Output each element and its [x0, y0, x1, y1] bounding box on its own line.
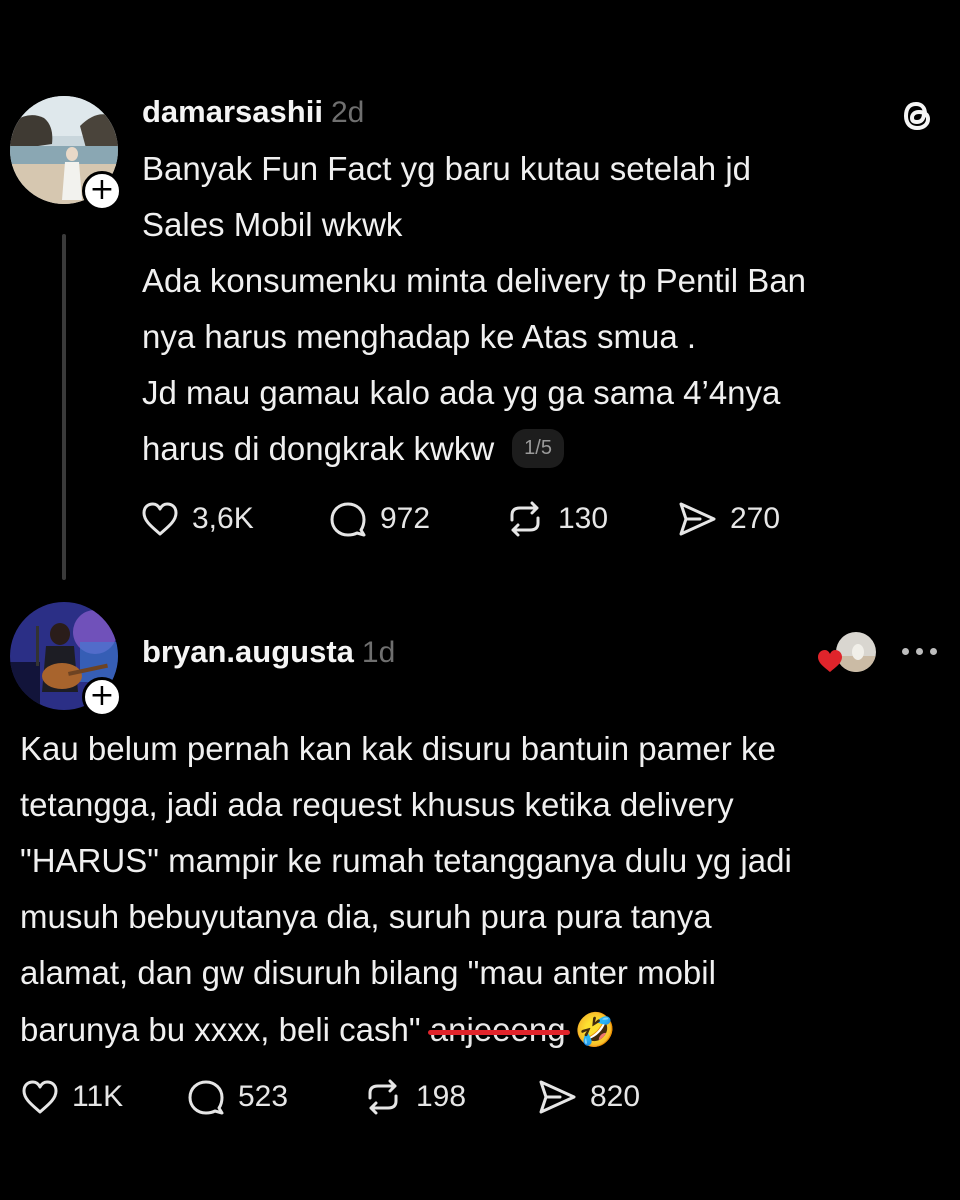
threads-logo-icon[interactable] [897, 95, 939, 142]
post-text-segment: harus di dongkrak kwkw [142, 430, 495, 467]
like-button[interactable]: 3,6K [140, 500, 254, 538]
like-count: 11K [72, 1080, 124, 1113]
post-text-line: Ada konsumenku minta delivery tp Pentil … [142, 262, 807, 299]
post-text-line: barunya bu xxxx, beli cash" anjeeeng 🤣 [20, 1010, 950, 1066]
post1-actions: 3,6K 972 130 270 [140, 500, 840, 544]
follow-plus-icon[interactable]: + [82, 677, 122, 717]
repost-button[interactable]: 198 [362, 1078, 466, 1116]
thread-line [62, 234, 66, 580]
laughing-emoji: 🤣 [574, 1010, 616, 1049]
post-text-line: Sales Mobil wkwk [142, 206, 403, 243]
username[interactable]: damarsashii [142, 94, 323, 129]
post2-body: Kau belum pernah kan kak disuru bantuin … [20, 730, 950, 1066]
reply-button[interactable]: 523 [186, 1078, 288, 1116]
share-icon [679, 502, 716, 536]
more-options-icon[interactable] [902, 648, 937, 655]
repost-icon [368, 1079, 398, 1115]
heart-icon [816, 648, 844, 679]
reply-count: 972 [380, 502, 431, 535]
post-time: 2d [330, 96, 365, 129]
post-text-line: alamat, dan gw disuruh bilang "mau anter… [20, 954, 716, 991]
follow-plus-icon[interactable]: + [82, 171, 122, 211]
post-text-line: tetangga, jadi ada request khusus ketika… [20, 786, 734, 823]
strikethrough-text: anjeeeng [429, 1011, 566, 1048]
post1-body: Banyak Fun Fact yg baru kutau setelah jd… [142, 150, 942, 486]
post-text-line: harus di dongkrak kwkw 1/5 [142, 428, 942, 486]
heart-icon [142, 502, 178, 536]
repost-count: 130 [558, 502, 609, 535]
comment-icon [188, 1080, 224, 1115]
post-text-line: musuh bebuyutanya dia, suruh pura pura t… [20, 898, 712, 935]
share-button[interactable]: 270 [676, 500, 780, 538]
repost-count: 198 [416, 1080, 467, 1113]
repost-button[interactable]: 130 [504, 500, 608, 538]
post-text-line: nya harus menghadap ke Atas smua . [142, 318, 697, 355]
share-icon [539, 1080, 576, 1114]
share-count: 270 [730, 502, 781, 535]
post-text-segment: barunya bu xxxx, beli cash" [20, 1011, 421, 1048]
comment-icon [330, 502, 366, 537]
share-count: 820 [590, 1080, 641, 1113]
post-text-line: "HARUS" mampir ke rumah tetangganya dulu… [20, 842, 792, 879]
carousel-page-badge: 1/5 [512, 428, 564, 468]
post1-header: damarsashii 2d [142, 94, 364, 130]
username[interactable]: bryan.augusta [142, 634, 354, 669]
like-button[interactable]: 11K [20, 1078, 123, 1116]
like-count: 3,6K [192, 502, 254, 535]
post2-actions: 11K 523 198 820 [20, 1078, 720, 1122]
post-text-line: Kau belum pernah kan kak disuru bantuin … [20, 730, 776, 767]
repost-icon [510, 501, 540, 537]
reply-button[interactable]: 972 [328, 500, 430, 538]
heart-icon [22, 1080, 58, 1114]
post-text-line: Banyak Fun Fact yg baru kutau setelah jd [142, 150, 752, 187]
share-button[interactable]: 820 [536, 1078, 640, 1116]
post-text-line: Jd mau gamau kalo ada yg ga sama 4’4nya [142, 374, 781, 411]
reply-count: 523 [238, 1080, 289, 1113]
post2-header: bryan.augusta 1d [142, 634, 395, 670]
post-time: 1d [361, 636, 396, 669]
